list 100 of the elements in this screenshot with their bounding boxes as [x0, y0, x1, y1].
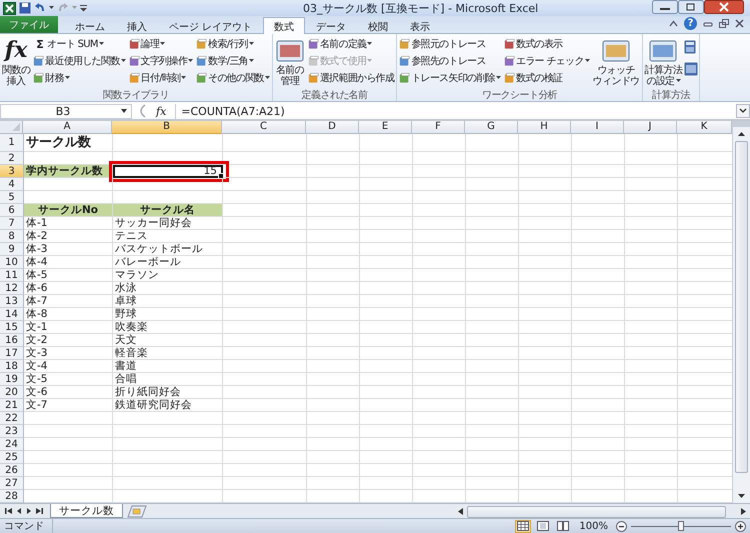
ribbon-button[interactable]: その他の関数 [195, 70, 271, 86]
split-handle[interactable] [733, 121, 750, 127]
next-sheet-icon[interactable] [25, 507, 33, 515]
file-tab[interactable]: ファイル [0, 16, 58, 33]
zoom-slider[interactable] [631, 520, 731, 532]
save-icon[interactable] [19, 2, 31, 14]
column-header[interactable]: G [465, 121, 518, 134]
collapse-ribbon-icon[interactable] [669, 20, 678, 27]
ribbon-button[interactable]: 数式の表示 [503, 36, 591, 52]
formula-field[interactable]: =COUNTA(A7:A21) [175, 104, 733, 118]
undo-icon[interactable] [34, 2, 46, 14]
ribbon-button[interactable]: 文字列操作 [128, 53, 194, 69]
ribbon-button[interactable]: 選択範囲から作成 [306, 70, 396, 86]
ribbon-button[interactable]: 財務 [32, 70, 127, 86]
ribbon-button[interactable]: fx 関数の 挿入 [1, 36, 32, 88]
customize-icon[interactable] [80, 4, 87, 12]
ribbon-tab[interactable]: ホーム [64, 17, 116, 33]
expand-icon[interactable] [736, 104, 750, 118]
caret-icon[interactable] [49, 6, 54, 10]
ribbon-button[interactable]: 名前の 管理 [274, 36, 306, 88]
sheet-tab[interactable]: サークル数 [50, 504, 123, 518]
ribbon-button[interactable]: 名前の定義 [306, 36, 396, 52]
ribbon-button[interactable]: 参照先のトレース [398, 53, 502, 69]
ribbon-tab[interactable]: 表示 [399, 17, 442, 33]
column-header[interactable]: H [518, 121, 572, 134]
ribbon-button[interactable]: 参照元のトレース [398, 36, 502, 52]
ribbon-tab[interactable]: ページ レイアウト [158, 17, 264, 33]
view-button[interactable] [555, 520, 572, 532]
row-header[interactable]: 22 [0, 412, 24, 425]
ribbon-button[interactable]: 数学/三角 [195, 53, 271, 69]
row-header[interactable]: 7 [0, 217, 24, 230]
calculator-icon[interactable] [684, 62, 698, 76]
view-button[interactable] [535, 520, 552, 532]
scroll-down-icon[interactable] [738, 494, 745, 498]
name-box[interactable]: B3 [0, 104, 132, 118]
ribbon-button[interactable]: エラー チェック [503, 53, 591, 69]
ribbon-button[interactable]: 最近使用した関数 [32, 53, 127, 69]
row-header[interactable]: 25 [0, 451, 24, 464]
column-header[interactable]: I [571, 121, 624, 134]
scroll-up-icon[interactable] [738, 132, 745, 136]
row-header[interactable]: 28 [0, 490, 24, 503]
ribbon-button[interactable]: ウォッチ ウィンドウ [592, 36, 641, 88]
row-header[interactable]: 17 [0, 347, 24, 360]
ribbon-button[interactable]: 論理 [128, 36, 194, 52]
ribbon-button[interactable]: 計算方法 の設定 [644, 36, 684, 88]
help-button[interactable]: ? [684, 17, 697, 30]
ribbon-tab[interactable]: データ [305, 17, 358, 33]
row-header[interactable]: 8 [0, 230, 24, 243]
ribbon-tab[interactable]: 校閲 [357, 17, 400, 33]
previous-sheet-icon[interactable] [15, 507, 23, 515]
row-header[interactable]: 24 [0, 438, 24, 451]
ribbon-button[interactable]: トレース矢印の削除 [398, 70, 502, 86]
row-header[interactable]: 18 [0, 360, 24, 373]
scroll-left-icon[interactable] [457, 508, 464, 514]
row-header[interactable]: 4 [0, 178, 24, 191]
row-header[interactable]: 12 [0, 282, 24, 295]
zoom-out-icon[interactable] [616, 520, 627, 532]
row-header[interactable]: 20 [0, 386, 24, 399]
row-header[interactable]: 26 [0, 464, 24, 477]
restore-icon[interactable] [678, 0, 704, 14]
ribbon-tab[interactable]: 数式 [263, 17, 306, 34]
row-header[interactable]: 1 [0, 134, 24, 152]
row-header[interactable]: 11 [0, 269, 24, 282]
row-header[interactable]: 10 [0, 256, 24, 269]
column-header[interactable]: D [306, 121, 360, 134]
row-header[interactable]: 15 [0, 321, 24, 334]
column-header[interactable]: K [677, 121, 732, 134]
restore-icon[interactable] [719, 19, 729, 28]
ribbon-button[interactable]: 数式の検証 [503, 70, 591, 86]
ribbon-button[interactable]: 日付/時刻 [128, 70, 194, 86]
slider-thumb[interactable] [678, 520, 684, 530]
close-icon[interactable] [735, 19, 744, 28]
last-sheet-icon[interactable] [35, 507, 44, 515]
close-icon[interactable] [704, 0, 744, 14]
row-header[interactable]: 2 [0, 152, 24, 165]
first-sheet-icon[interactable] [4, 507, 13, 515]
column-header[interactable]: A [23, 121, 112, 134]
row-header[interactable]: 3 [0, 165, 24, 178]
ribbon-button[interactable]: Σ オート SUM [32, 36, 127, 52]
row-header[interactable]: 9 [0, 243, 24, 256]
zoom-in-icon[interactable] [735, 520, 746, 532]
row-header[interactable]: 13 [0, 295, 24, 308]
calculator-icon[interactable] [684, 40, 696, 54]
column-header[interactable]: C [222, 121, 306, 134]
new-sheet-icon[interactable] [125, 504, 147, 518]
column-header[interactable]: B [112, 121, 222, 134]
minimize-icon[interactable] [652, 0, 678, 14]
row-header[interactable]: 27 [0, 477, 24, 490]
ribbon-button[interactable]: 検索/行列 [195, 36, 271, 52]
row-header[interactable]: 6 [0, 204, 24, 217]
row-header[interactable]: 19 [0, 373, 24, 386]
vertical-scrollbar[interactable] [732, 121, 750, 503]
row-header[interactable]: 5 [0, 191, 24, 204]
minimize-icon[interactable] [703, 20, 713, 28]
column-header[interactable]: F [412, 121, 466, 134]
scroll-right-icon[interactable] [740, 508, 747, 514]
view-button[interactable] [515, 520, 532, 532]
ribbon-tab[interactable]: 挿入 [116, 17, 158, 33]
column-header[interactable]: E [359, 121, 412, 134]
row-header[interactable]: 21 [0, 399, 24, 412]
